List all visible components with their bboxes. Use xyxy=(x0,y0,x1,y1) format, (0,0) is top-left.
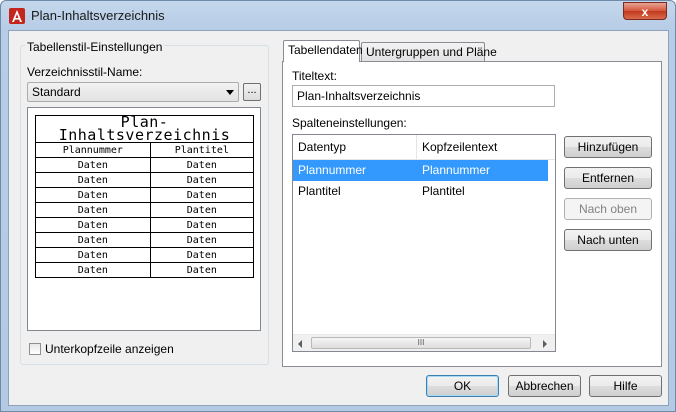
preview-data-cell: Daten xyxy=(35,217,151,233)
autocad-app-icon xyxy=(9,8,25,24)
scroll-right-icon[interactable] xyxy=(543,340,547,348)
scroll-thumb[interactable]: III xyxy=(311,337,531,349)
column-header-headertext[interactable]: Kopfzeilentext xyxy=(417,135,555,159)
dialog-client: Tabellenstil-Einstellungen Verzeichnisst… xyxy=(8,30,669,406)
column-header-datatype[interactable]: Datentyp xyxy=(293,135,417,159)
list-cell-headertext: Plantitel xyxy=(422,184,465,198)
preview-data-cell: Daten xyxy=(149,217,255,233)
list-cell-headertext: Plannummer xyxy=(422,163,491,177)
table-data-panel: Titeltext: Plan-Inhaltsverzeichnis Spalt… xyxy=(282,61,662,367)
preview-data-cell: Daten xyxy=(149,202,255,218)
preview-table: Plan-Inhaltsverzeichnis Plannummer Plant… xyxy=(35,115,255,278)
ok-button[interactable]: OK xyxy=(426,375,499,397)
preview-data-cell: Daten xyxy=(35,247,151,263)
scroll-left-icon[interactable] xyxy=(298,340,302,348)
preview-data-cell: Daten xyxy=(149,187,255,203)
column-settings-label: Spalteneinstellungen: xyxy=(292,116,407,130)
list-row-plannummer[interactable]: Plannummer Plannummer xyxy=(293,160,548,181)
cancel-button[interactable]: Abbrechen xyxy=(508,375,581,397)
horizontal-scrollbar[interactable]: III xyxy=(293,334,555,351)
show-subheader-label[interactable]: Unterkopfzeile anzeigen xyxy=(45,342,174,356)
table-style-group-caption: Tabellenstil-Einstellungen xyxy=(25,40,165,54)
list-cell-datatype: Plantitel xyxy=(298,184,341,198)
title-text-value: Plan-Inhaltsverzeichnis xyxy=(297,89,421,103)
list-row-plantitel[interactable]: Plantitel Plantitel xyxy=(293,181,548,202)
show-subheader-checkbox[interactable] xyxy=(29,343,41,355)
browse-style-button[interactable]: ... xyxy=(243,83,261,101)
title-text-label: Titeltext: xyxy=(292,69,337,83)
preview-data-cell: Daten xyxy=(35,262,151,278)
style-name-label: Verzeichnisstil-Name: xyxy=(27,65,143,79)
help-button[interactable]: Hilfe xyxy=(589,375,662,397)
preview-data-cell: Daten xyxy=(35,202,151,218)
preview-data-cell: Daten xyxy=(149,157,255,173)
chevron-down-icon xyxy=(226,90,234,95)
remove-column-button[interactable]: Entfernen xyxy=(564,167,652,189)
preview-header-cell: Plannummer xyxy=(35,142,151,158)
preview-data-cell: Daten xyxy=(149,172,255,188)
preview-data-cell: Daten xyxy=(35,157,151,173)
move-down-button[interactable]: Nach unten xyxy=(564,229,652,251)
move-up-button[interactable]: Nach oben xyxy=(564,198,652,220)
window-title: Plan-Inhaltsverzeichnis xyxy=(31,8,165,23)
style-name-dropdown[interactable]: Standard xyxy=(27,82,239,102)
preview-data-cell: Daten xyxy=(35,172,151,188)
list-header: Datentyp Kopfzeilentext xyxy=(293,135,555,160)
preview-data-cell: Daten xyxy=(149,232,255,248)
preview-title: Plan-Inhaltsverzeichnis xyxy=(35,115,254,143)
tab-subgroups-and-sheets[interactable]: Untergruppen und Pläne xyxy=(361,42,497,62)
list-cell-datatype: Plannummer xyxy=(298,163,367,177)
add-column-button[interactable]: Hinzufügen xyxy=(564,136,652,158)
preview-data-cell: Daten xyxy=(149,262,255,278)
preview-data-cell: Daten xyxy=(35,187,151,203)
title-bar[interactable]: Plan-Inhaltsverzeichnis x xyxy=(1,1,675,30)
preview-data-cell: Daten xyxy=(35,232,151,248)
dialog-window: Plan-Inhaltsverzeichnis x Tabellenstil-E… xyxy=(0,0,676,412)
column-settings-list[interactable]: Datentyp Kopfzeilentext Plannummer Plann… xyxy=(292,134,556,352)
preview-header-cell: Plantitel xyxy=(149,142,255,158)
preview-data-cell: Daten xyxy=(149,247,255,263)
table-preview: Plan-Inhaltsverzeichnis Plannummer Plant… xyxy=(27,107,261,331)
close-button[interactable]: x xyxy=(623,2,667,20)
style-name-value: Standard xyxy=(32,85,81,99)
tab-table-data[interactable]: Tabellendaten xyxy=(283,40,363,62)
title-text-input[interactable]: Plan-Inhaltsverzeichnis xyxy=(292,85,555,107)
